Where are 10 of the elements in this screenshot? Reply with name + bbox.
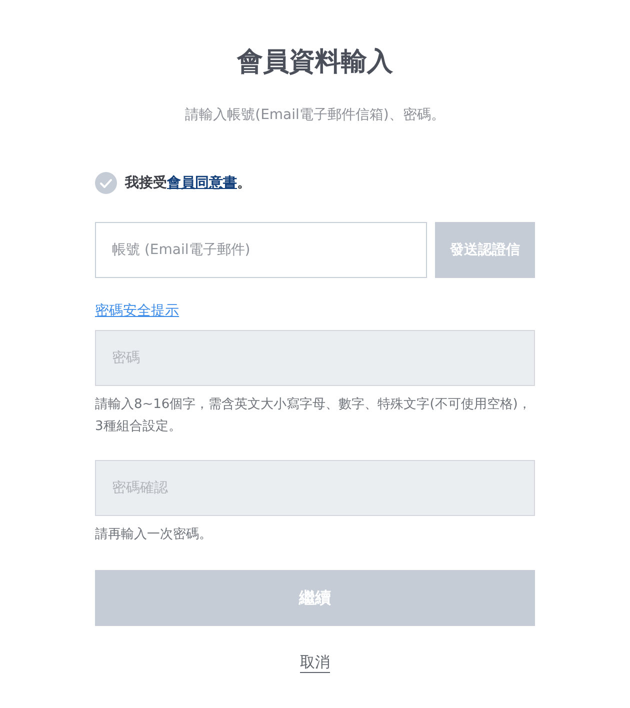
agreement-link[interactable]: 會員同意書 (167, 175, 237, 191)
agreement-text: 我接受會員同意書。 (125, 174, 251, 192)
email-field[interactable]: 帳號 (Email電子郵件) (95, 222, 427, 278)
password-tips-link[interactable]: 密碼安全提示 (95, 302, 179, 320)
subtitle: 請輸入帳號(Email電子郵件信箱)、密碼。 (184, 106, 446, 124)
password-hint: 請輸入8~16個字，需含英文大小寫字母、數字、特殊文字(不可使用空格)，3種組合設定。 (95, 396, 532, 436)
checkbox[interactable] (95, 172, 117, 194)
cancel-link[interactable]: 取消 (300, 653, 330, 671)
page-title: 會員資料輸入 (236, 46, 394, 79)
password-confirm-hint: 請再輸入一次密碼。 (95, 526, 213, 544)
